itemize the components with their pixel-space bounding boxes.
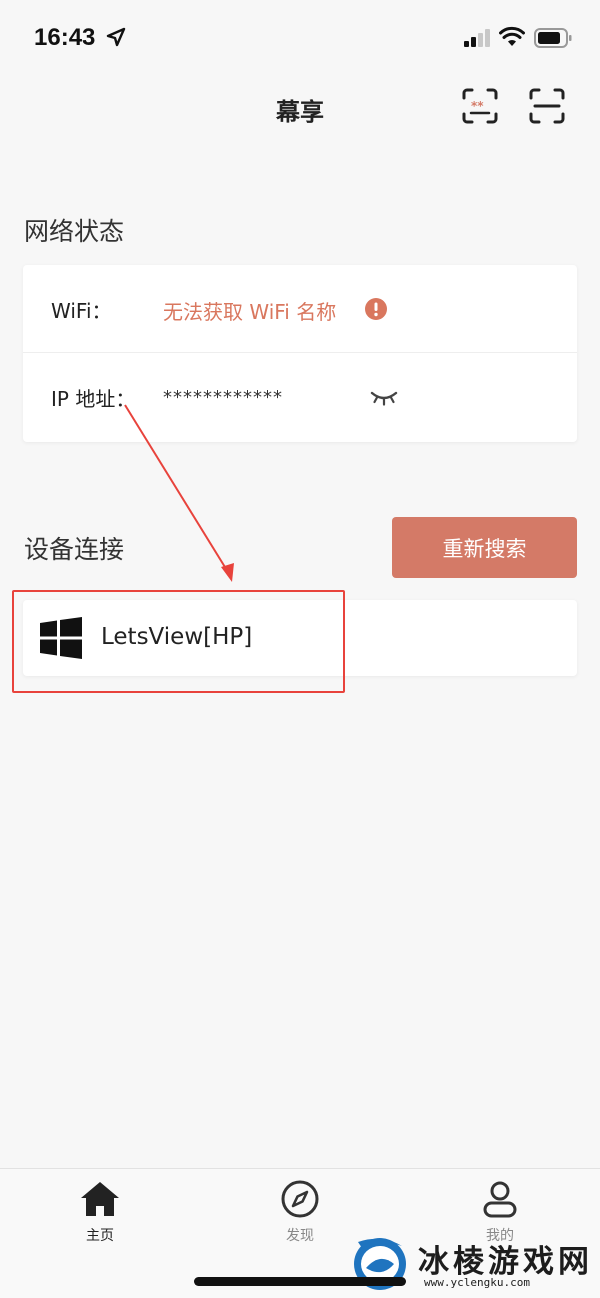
cast-icon[interactable]: **	[460, 86, 500, 126]
tab-label: 主页	[86, 1228, 114, 1244]
windows-icon	[40, 617, 82, 659]
wifi-label: WiFi：	[51, 299, 112, 323]
ip-row: IP 地址： ************	[23, 353, 577, 441]
wifi-value: 无法获取 WiFi 名称	[163, 300, 337, 324]
battery-icon	[534, 28, 572, 48]
network-status-card: WiFi： 无法获取 WiFi 名称 IP 地址： ************	[23, 265, 577, 442]
status-time: 16:43	[34, 24, 96, 51]
device-list-item[interactable]: LetsView[HP]	[23, 600, 577, 676]
eye-closed-icon[interactable]	[370, 389, 398, 407]
compass-icon	[281, 1180, 319, 1218]
ip-label: IP 地址：	[51, 387, 136, 411]
home-icon	[81, 1182, 119, 1216]
page-title: 幕享	[276, 98, 324, 126]
tab-home[interactable]: 主页	[40, 1179, 160, 1259]
home-indicator	[194, 1277, 406, 1286]
status-bar: 16:43	[0, 0, 600, 76]
watermark: 冰棱游戏网 www.yclengku.com	[340, 1228, 600, 1298]
wifi-row: WiFi： 无法获取 WiFi 名称	[23, 265, 577, 353]
watermark-text: 冰棱游戏网	[418, 1244, 593, 1280]
warning-icon[interactable]	[364, 297, 388, 321]
research-button[interactable]: 重新搜索	[392, 517, 577, 578]
signal-icon	[464, 29, 490, 47]
watermark-url: www.yclengku.com	[424, 1276, 530, 1289]
network-section-title: 网络状态	[24, 217, 125, 246]
user-icon	[483, 1181, 517, 1218]
nav-bar: 幕享 **	[0, 76, 600, 138]
wifi-icon	[499, 26, 525, 46]
scan-icon[interactable]	[527, 86, 567, 126]
ip-value: ************	[163, 387, 283, 408]
svg-text:**: **	[471, 99, 484, 113]
device-name: LetsView[HP]	[101, 624, 253, 650]
location-arrow-icon	[106, 27, 126, 47]
device-section-title: 设备连接	[24, 535, 125, 564]
